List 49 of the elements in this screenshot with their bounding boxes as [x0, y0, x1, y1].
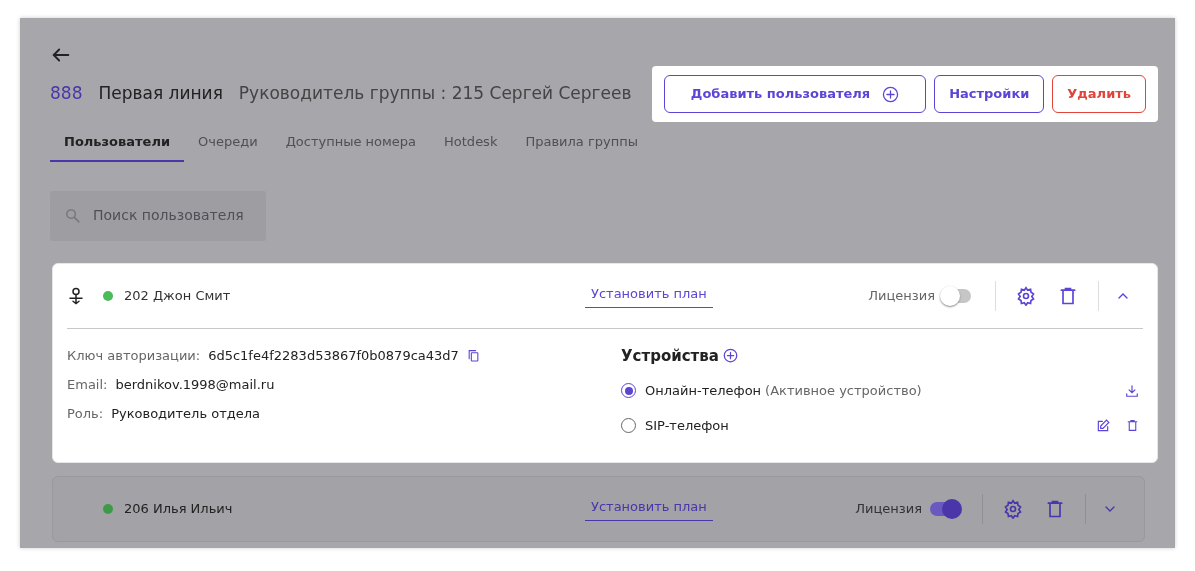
license-label: Лицензия — [868, 286, 935, 305]
copy-button[interactable] — [466, 349, 480, 362]
tab[interactable]: Hotdesk — [430, 126, 512, 162]
settings-button[interactable]: Настройки — [934, 75, 1045, 113]
detail-label: Email: — [67, 375, 108, 394]
trash-icon — [1045, 498, 1065, 519]
detail-value: 6d5c1fe4f2283d53867f0b0879ca43d7 — [208, 346, 459, 365]
add-device-button[interactable] — [722, 348, 738, 364]
devices-title: Устройства — [621, 345, 719, 367]
tab[interactable]: Правила группы — [511, 126, 652, 162]
user-name: 202 Джон Смит — [124, 286, 231, 305]
settings-icon — [1003, 498, 1023, 519]
add-user-button[interactable]: Добавить пользователя — [663, 75, 927, 113]
device-note: (Активное устройство) — [765, 381, 922, 400]
group-name: Первая линия — [98, 82, 223, 106]
plus-circle-icon — [882, 85, 900, 103]
detail-value: berdnikov.1998@mail.ru — [115, 375, 275, 394]
set-plan-link[interactable]: Установить план — [585, 496, 713, 521]
group-leader: Руководитель группы : 215 Сергей Сергеев — [238, 82, 632, 106]
detail-value: Руководитель отдела — [111, 404, 260, 423]
search-icon — [64, 207, 81, 224]
trash-icon — [1058, 285, 1078, 306]
user-name: 206 Илья Ильич — [124, 499, 233, 518]
edit-button[interactable] — [1096, 418, 1110, 433]
edit-icon — [1096, 418, 1110, 433]
delete-button[interactable] — [1126, 418, 1139, 433]
search-field[interactable]: Поиск пользователя — [50, 190, 266, 241]
tab[interactable]: Очереди — [184, 126, 272, 162]
delete-button[interactable] — [1045, 498, 1065, 519]
device-name: SIP-телефон — [645, 416, 729, 435]
delete-button[interactable] — [1058, 285, 1078, 306]
tab[interactable]: Пользователи — [50, 126, 185, 162]
tab[interactable]: Доступные номера — [271, 126, 431, 162]
license-label: Лицензия — [855, 499, 922, 518]
delete-button[interactable]: Удалить — [1052, 75, 1146, 113]
trash-icon — [1126, 418, 1139, 432]
download-button[interactable] — [1125, 383, 1139, 398]
group-number: 888 — [50, 82, 83, 106]
download-icon — [1125, 383, 1139, 398]
license-toggle[interactable] — [943, 288, 971, 303]
plus-circle-icon — [722, 348, 738, 364]
settings-button[interactable] — [1016, 285, 1036, 306]
settings-button[interactable] — [1003, 498, 1023, 519]
detail-label: Ключ авторизации: — [67, 346, 201, 365]
device-name: Онлайн-телефон — [645, 381, 762, 400]
set-plan-link[interactable]: Установить план — [585, 283, 713, 308]
detail-label: Роль: — [67, 404, 104, 423]
copy-icon — [466, 349, 480, 362]
settings-icon — [1016, 285, 1036, 306]
